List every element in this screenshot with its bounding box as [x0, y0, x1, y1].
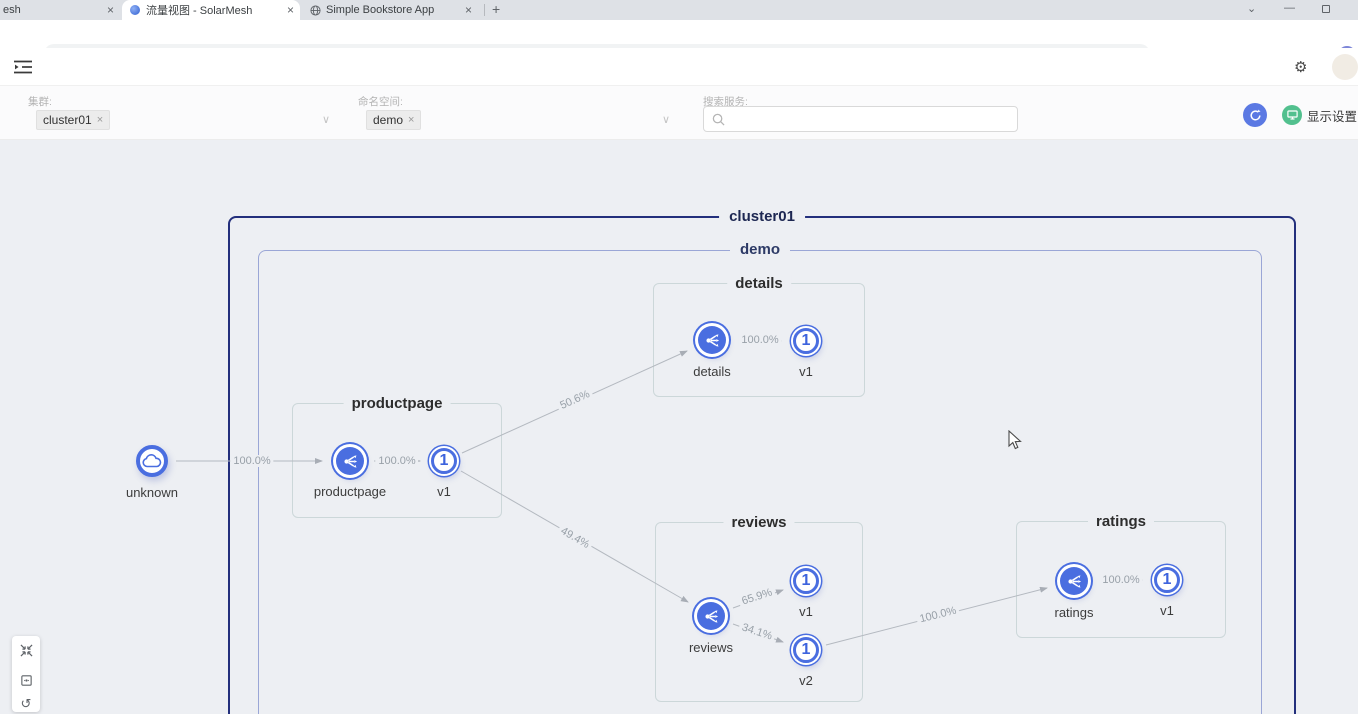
chevron-down-icon[interactable]: ∨: [322, 113, 330, 126]
node-label-v1: v1: [799, 604, 813, 619]
group-title: ratings: [1088, 513, 1154, 530]
tab-title: Simple Bookstore App: [326, 4, 459, 16]
tab-separator: [484, 4, 485, 16]
node-reviews-v2[interactable]: 1: [793, 637, 819, 663]
solarmesh-favicon: [130, 5, 140, 15]
tab-title: esh: [0, 4, 101, 16]
close-icon[interactable]: ×: [101, 3, 120, 17]
search-icon: [712, 113, 725, 126]
node-productpage-v1[interactable]: 1: [431, 448, 457, 474]
edge-traffic-label: 100.0%: [1099, 574, 1142, 586]
namespace-title: demo: [730, 241, 790, 258]
app-header: ⚙: [0, 48, 1358, 86]
minimize-button[interactable]: —: [1284, 2, 1295, 14]
node-ratings-v1[interactable]: 1: [1154, 567, 1180, 593]
fit-center-icon[interactable]: [20, 644, 33, 657]
node-details-service[interactable]: [698, 326, 726, 354]
cluster-filter-label: 集群:: [28, 94, 52, 109]
tab-bookstore[interactable]: Simple Bookstore App ×: [302, 0, 478, 20]
node-unknown[interactable]: [136, 445, 168, 477]
node-label-v1: v1: [1160, 603, 1174, 618]
user-avatar[interactable]: [1332, 54, 1358, 80]
node-ratings-service[interactable]: [1060, 567, 1088, 595]
search-input[interactable]: [703, 106, 1018, 132]
chevron-down-icon[interactable]: ∨: [662, 113, 670, 126]
cluster-tag-value: cluster01: [43, 113, 92, 127]
monitor-icon: [1282, 105, 1302, 125]
browser-window: esh × 流量视图 - SolarMesh × Simple Bookstor…: [0, 0, 1358, 714]
replica-count: 1: [440, 452, 449, 470]
group-title: details: [727, 275, 791, 292]
remove-tag-icon[interactable]: ×: [97, 114, 103, 126]
namespace-tag[interactable]: demo ×: [366, 110, 421, 130]
tab-strip: esh × 流量视图 - SolarMesh × Simple Bookstor…: [0, 0, 1358, 20]
namespace-filter-label: 命名空间:: [358, 94, 403, 109]
node-label-productpage: productpage: [314, 484, 386, 499]
display-settings-button[interactable]: 显示设置: [1282, 105, 1357, 125]
cluster-tag[interactable]: cluster01 ×: [36, 110, 110, 130]
node-label-v1: v1: [437, 484, 451, 499]
fit-view-icon[interactable]: [20, 674, 33, 687]
close-icon[interactable]: ×: [281, 3, 300, 17]
refresh-button[interactable]: [1243, 103, 1267, 127]
tab-search-chevron-icon[interactable]: ⌄: [1247, 2, 1256, 15]
service-mesh-icon: [704, 332, 721, 349]
group-title: productpage: [344, 395, 451, 412]
display-settings-label: 显示设置: [1307, 106, 1357, 125]
cloud-icon: [142, 454, 162, 468]
service-mesh-icon: [703, 608, 720, 625]
node-productpage-service[interactable]: [336, 447, 364, 475]
node-label-v1: v1: [799, 364, 813, 379]
tab-traffic-view-active[interactable]: 流量视图 - SolarMesh ×: [122, 0, 300, 20]
namespace-tag-value: demo: [373, 113, 403, 127]
node-label-reviews: reviews: [689, 640, 733, 655]
node-reviews-service[interactable]: [697, 602, 725, 630]
address-bar: ↻ ⌂ ▲ 不安全 | demo.solarmesh.cn/solar/cons…: [0, 20, 1358, 48]
filter-bar: 集群: cluster01 × ∨ 命名空间: demo × ∨ 搜索服务: 显…: [0, 86, 1358, 140]
maximize-button[interactable]: [1322, 4, 1330, 16]
service-mesh-icon: [1066, 573, 1083, 590]
tab-title: 流量视图 - SolarMesh: [146, 2, 281, 18]
replica-count: 1: [1163, 571, 1172, 589]
menu-unfold-icon[interactable]: [14, 60, 32, 74]
service-mesh-icon: [342, 453, 359, 470]
group-title: reviews: [723, 514, 794, 531]
edge-traffic-label: 100.0%: [230, 455, 273, 467]
node-label-ratings: ratings: [1054, 605, 1093, 620]
graph-view-toolbar: ↺: [12, 636, 40, 712]
edge-traffic-label: 100.0%: [375, 455, 418, 467]
replica-count: 1: [802, 572, 811, 590]
replica-count: 1: [802, 641, 811, 659]
group-reviews: reviews: [655, 522, 863, 702]
node-details-v1[interactable]: 1: [793, 328, 819, 354]
node-reviews-v1[interactable]: 1: [793, 568, 819, 594]
globe-icon: [310, 5, 320, 15]
settings-gear-icon[interactable]: ⚙: [1294, 58, 1307, 76]
node-label-v2: v2: [799, 673, 813, 688]
new-tab-button[interactable]: +: [492, 1, 500, 17]
node-label-unknown: unknown: [126, 485, 178, 500]
tab-solarmesh-truncated[interactable]: esh ×: [0, 0, 120, 20]
cluster-title: cluster01: [719, 208, 805, 225]
node-label-details: details: [693, 364, 731, 379]
close-icon[interactable]: ×: [459, 3, 478, 17]
replica-count: 1: [802, 332, 811, 350]
edge-traffic-label: 100.0%: [738, 334, 781, 346]
remove-tag-icon[interactable]: ×: [408, 114, 414, 126]
